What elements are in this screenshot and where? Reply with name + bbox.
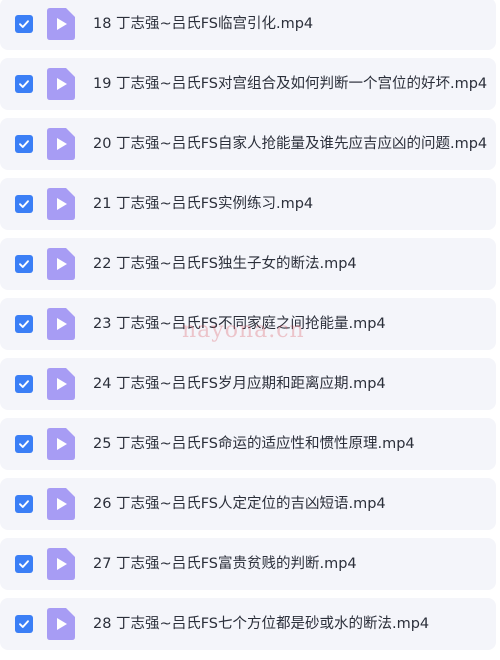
file-row[interactable]: 25 丁志强~吕氏FS命运的适应性和惯性原理.mp4 [0, 418, 496, 470]
video-file-icon [47, 8, 75, 40]
row-checkbox[interactable] [15, 615, 33, 633]
checkmark-icon [19, 500, 29, 508]
file-row[interactable]: 20 丁志强~吕氏FS自家人抢能量及谁先应吉应凶的问题.mp4 [0, 118, 496, 170]
file-row[interactable]: 27 丁志强~吕氏FS富贵贫贱的判断.mp4 [0, 538, 496, 590]
file-row[interactable]: 22 丁志强~吕氏FS独生子女的断法.mp4 [0, 238, 496, 290]
row-checkbox[interactable] [15, 15, 33, 33]
checkmark-icon [19, 620, 29, 628]
file-list: 18 丁志强~吕氏FS临宫引化.mp4 19 丁志强~吕氏FS对宫组合及如何判断… [0, 0, 500, 660]
file-name[interactable]: 27 丁志强~吕氏FS富贵贫贱的判断.mp4 [93, 538, 357, 590]
file-row[interactable]: 23 丁志强~吕氏FS不同家庭之间抢能量.mp4 [0, 298, 496, 350]
file-row[interactable]: 18 丁志强~吕氏FS临宫引化.mp4 [0, 0, 496, 50]
file-row[interactable]: 26 丁志强~吕氏FS人定定位的吉凶短语.mp4 [0, 478, 496, 530]
checkmark-icon [19, 140, 29, 148]
row-checkbox[interactable] [15, 495, 33, 513]
row-checkbox[interactable] [15, 255, 33, 273]
file-name[interactable]: 22 丁志强~吕氏FS独生子女的断法.mp4 [93, 238, 357, 290]
video-file-icon [47, 128, 75, 160]
file-name[interactable]: 26 丁志强~吕氏FS人定定位的吉凶短语.mp4 [93, 478, 386, 530]
checkmark-icon [19, 200, 29, 208]
file-row[interactable]: 21 丁志强~吕氏FS实例练习.mp4 [0, 178, 496, 230]
file-row[interactable]: 28 丁志强~吕氏FS七个方位都是砂或水的断法.mp4 [0, 598, 496, 650]
row-checkbox[interactable] [15, 555, 33, 573]
video-file-icon [47, 188, 75, 220]
video-file-icon [47, 368, 75, 400]
row-checkbox[interactable] [15, 435, 33, 453]
checkmark-icon [19, 80, 29, 88]
row-checkbox[interactable] [15, 195, 33, 213]
video-file-icon [47, 68, 75, 100]
checkmark-icon [19, 380, 29, 388]
video-file-icon [47, 608, 75, 640]
file-name[interactable]: 28 丁志强~吕氏FS七个方位都是砂或水的断法.mp4 [93, 598, 429, 650]
video-file-icon [47, 428, 75, 460]
file-name[interactable]: 18 丁志强~吕氏FS临宫引化.mp4 [93, 0, 313, 50]
row-checkbox[interactable] [15, 75, 33, 93]
checkmark-icon [19, 560, 29, 568]
file-name[interactable]: 21 丁志强~吕氏FS实例练习.mp4 [93, 178, 313, 230]
file-row[interactable]: 19 丁志强~吕氏FS对宫组合及如何判断一个宫位的好坏.mp4 [0, 58, 496, 110]
checkmark-icon [19, 260, 29, 268]
row-checkbox[interactable] [15, 375, 33, 393]
file-name[interactable]: 23 丁志强~吕氏FS不同家庭之间抢能量.mp4 [93, 298, 386, 350]
checkmark-icon [19, 320, 29, 328]
file-row[interactable]: 24 丁志强~吕氏FS岁月应期和距离应期.mp4 [0, 358, 496, 410]
file-name[interactable]: 24 丁志强~吕氏FS岁月应期和距离应期.mp4 [93, 358, 386, 410]
video-file-icon [47, 308, 75, 340]
video-file-icon [47, 248, 75, 280]
file-name[interactable]: 25 丁志强~吕氏FS命运的适应性和惯性原理.mp4 [93, 418, 415, 470]
checkmark-icon [19, 440, 29, 448]
checkmark-icon [19, 20, 29, 28]
row-checkbox[interactable] [15, 315, 33, 333]
file-name[interactable]: 20 丁志强~吕氏FS自家人抢能量及谁先应吉应凶的问题.mp4 [93, 118, 487, 170]
video-file-icon [47, 488, 75, 520]
row-checkbox[interactable] [15, 135, 33, 153]
file-name[interactable]: 19 丁志强~吕氏FS对宫组合及如何判断一个宫位的好坏.mp4 [93, 58, 487, 110]
video-file-icon [47, 548, 75, 580]
